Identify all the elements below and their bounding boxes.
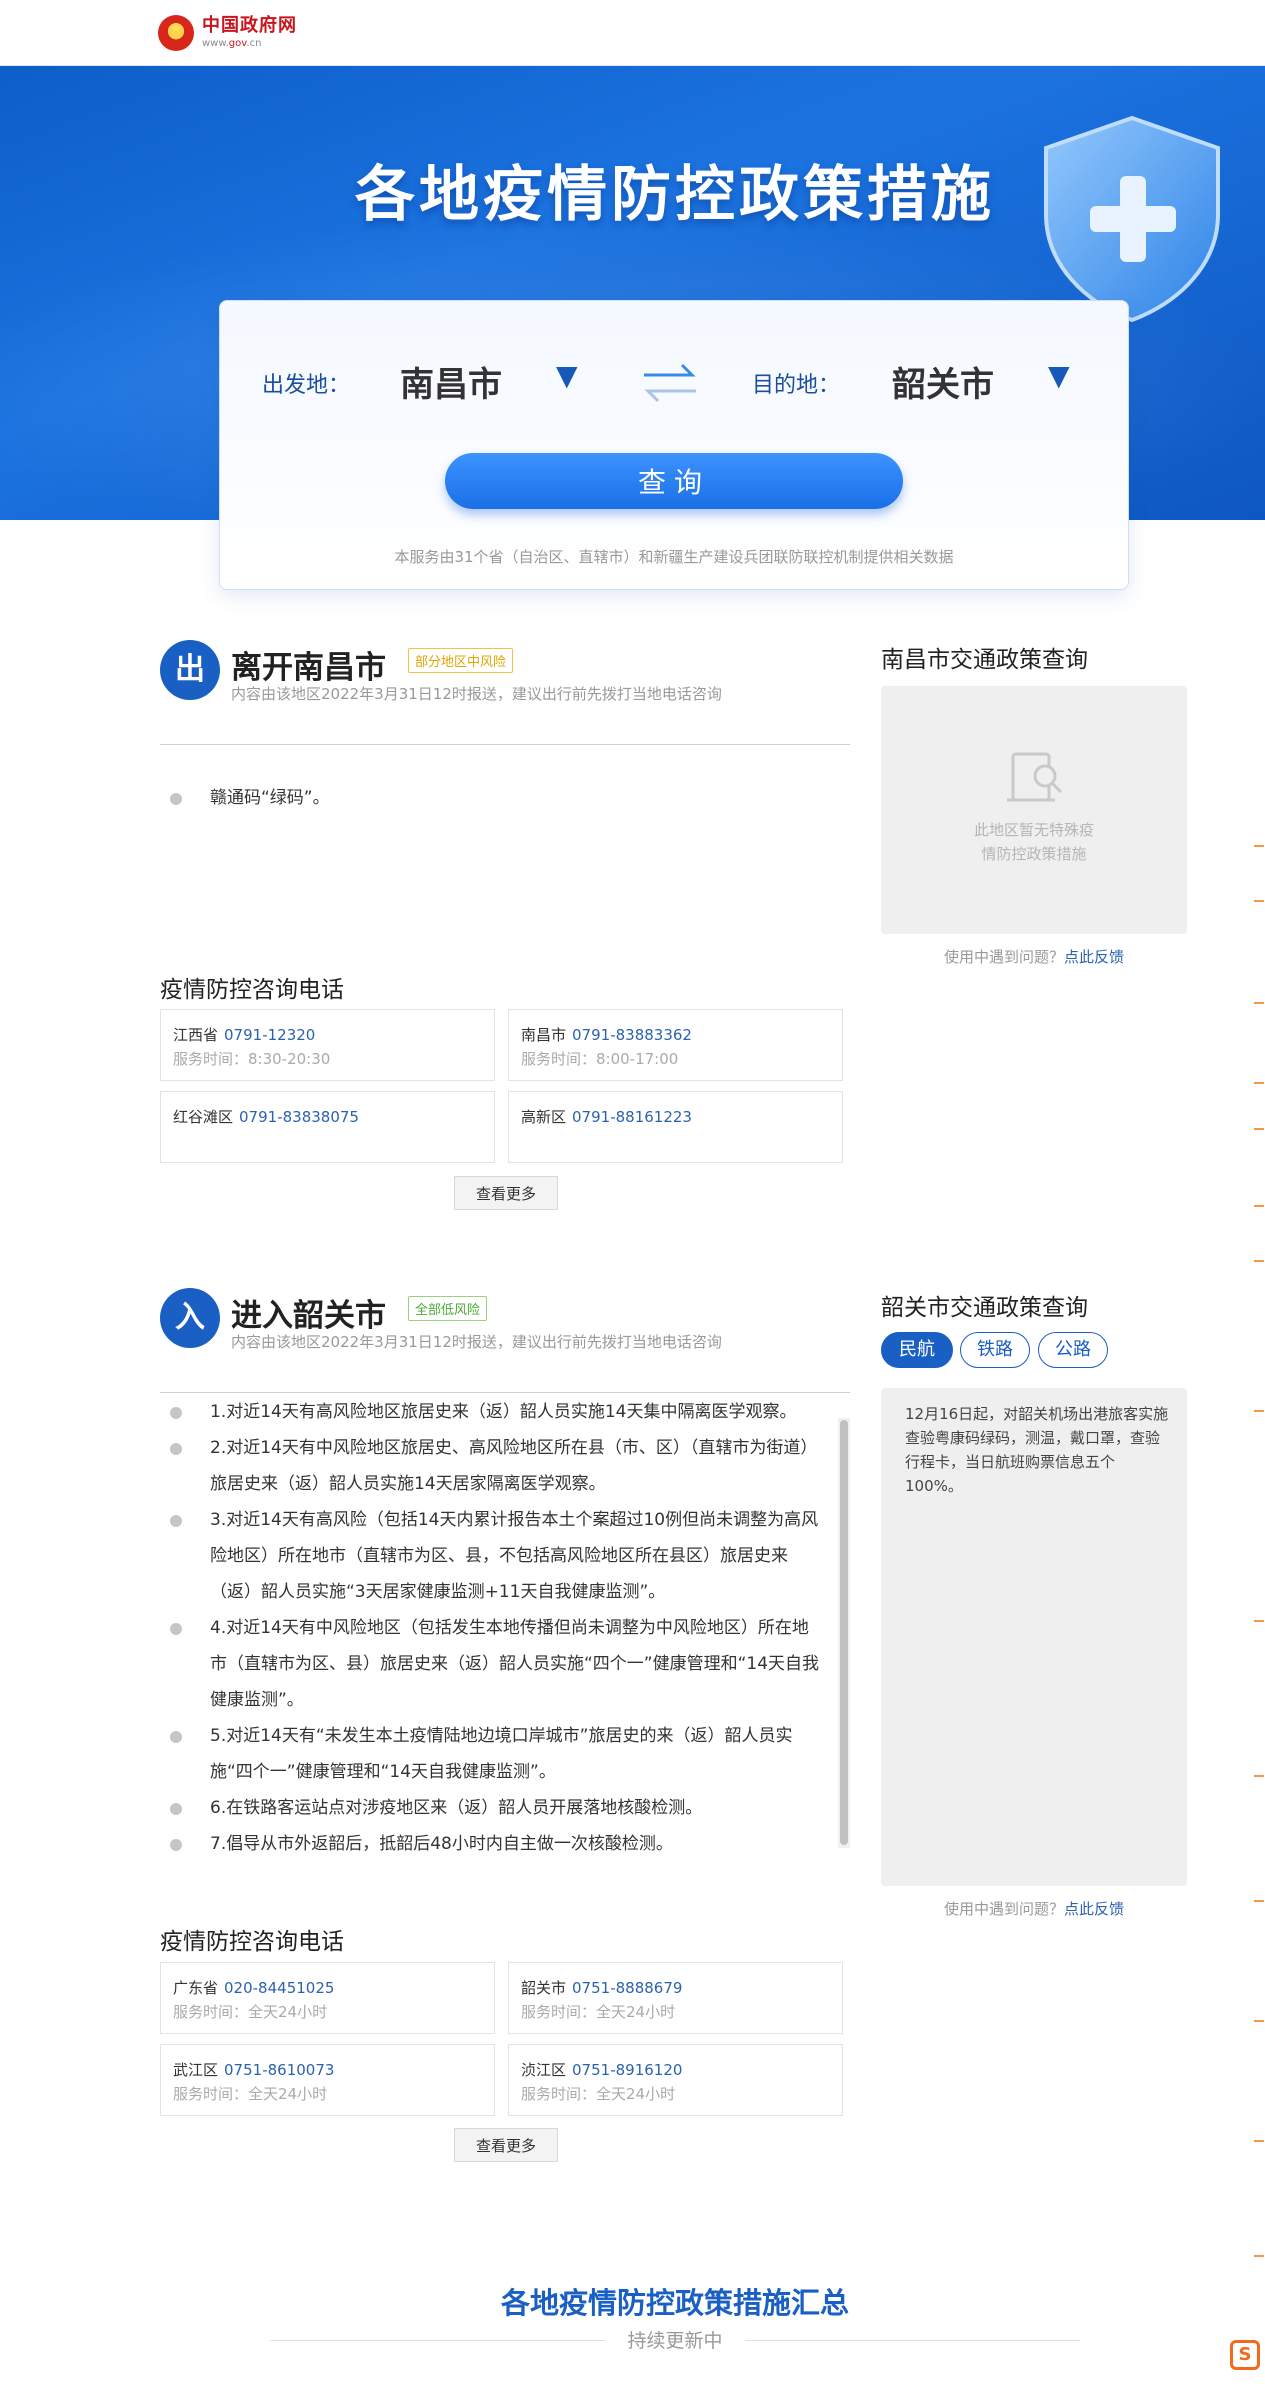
enter-more-button[interactable]: 查看更多 [454, 2128, 558, 2162]
phone-card: 江西省 0791-12320 服务时间：8:30-20:30 [160, 1009, 495, 1081]
leave-feedback: 使用中遇到问题？点此反馈 [943, 948, 1125, 966]
phone-number-link[interactable]: 0791-83883362 [572, 1026, 692, 1044]
tab-civil-aviation[interactable]: 民航 [881, 1332, 953, 1368]
phone-number-link[interactable]: 0751-8888679 [572, 1979, 682, 1997]
policy-scrollbar-thumb[interactable] [840, 1420, 848, 1845]
leave-badge: 出 [160, 640, 220, 700]
summary-title: 各地疫情防控政策措施汇总 [500, 2286, 849, 2320]
enter-transport-box: 12月16日起，对韶关机场出港旅客实施查验粤康码绿码，测温，戴口罩，查验行程卡，… [881, 1388, 1187, 1886]
national-emblem-icon [158, 15, 194, 51]
phone-card: 韶关市 0751-8888679 服务时间：全天24小时 [508, 1962, 843, 2034]
from-city-select[interactable]: 南昌市 [400, 357, 502, 406]
swap-arrows-icon[interactable] [640, 361, 700, 405]
leave-side-title: 南昌市交通政策查询 [881, 647, 1088, 673]
to-dropdown-icon[interactable]: ▼ [1048, 359, 1070, 392]
phone-card: 浈江区 0751-8916120 服务时间：全天24小时 [508, 2044, 843, 2116]
empty-text-line: 情防控政策措施 [981, 845, 1087, 863]
shield-cross-icon [1044, 115, 1220, 323]
site-name: 中国政府网 [202, 15, 297, 36]
phone-number-link[interactable]: 0751-8610073 [224, 2061, 334, 2079]
route-search-card: 出发地： 南昌市 ▼ 目的地： 韶关市 ▼ 查询 本服务由31个省（自治区、直辖… [219, 300, 1129, 590]
phone-number-link[interactable]: 0751-8916120 [572, 2061, 682, 2079]
summary-subtitle: 持续更新中 [627, 2330, 723, 2352]
enter-policy-scroll[interactable]: 1.对近14天有高风险地区旅居史来（返）韶人员实施14天集中隔离医学观察。 2.… [160, 1394, 850, 1894]
phone-card: 高新区 0791-88161223 [508, 1091, 843, 1163]
enter-policy-list: 1.对近14天有高风险地区旅居史来（返）韶人员实施14天集中隔离医学观察。 2.… [160, 1394, 822, 1862]
enter-subtitle: 内容由该地区2022年3月31日12时报送，建议出行前先拨打当地电话咨询 [231, 1333, 722, 1351]
to-label: 目的地： [752, 373, 841, 398]
tab-railway[interactable]: 铁路 [960, 1332, 1030, 1368]
phone-card: 红谷滩区 0791-83838075 [160, 1091, 495, 1163]
logo-text: 中国政府网 www.gov.cn [202, 15, 297, 51]
from-dropdown-icon[interactable]: ▼ [556, 359, 578, 392]
site-logo[interactable]: 中国政府网 www.gov.cn [158, 12, 297, 54]
leave-transport-box: 此地区暂无特殊疫 情防控政策措施 [881, 686, 1187, 934]
phone-number-link[interactable]: 0791-83838075 [239, 1108, 359, 1126]
list-item: 6.在铁路客运站点对涉疫地区来（返）韶人员开展落地核酸检测。 [160, 1790, 822, 1826]
phone-number-link[interactable]: 0791-88161223 [572, 1108, 692, 1126]
phone-card: 广东省 020-84451025 服务时间：全天24小时 [160, 1962, 495, 2034]
list-item: 5.对近14天有“未发生本土疫情陆地边境口岸城市”旅居史的来（返）韶人员实施“四… [160, 1718, 822, 1790]
enter-risk-tag: 全部低风险 [408, 1296, 488, 1321]
tab-highway[interactable]: 公路 [1038, 1332, 1108, 1368]
leave-more-button[interactable]: 查看更多 [454, 1176, 558, 1210]
list-item: 7.倡导从市外返韶后，抵韶后48小时内自主做一次核酸检测。 [160, 1826, 822, 1862]
list-item: 3.对近14天有高风险（包括14天内累计报告本土个案超过10例但尚未调整为高风险… [160, 1502, 822, 1610]
enter-side-title: 韶关市交通政策查询 [881, 1295, 1088, 1321]
leave-phone-title: 疫情防控咨询电话 [160, 977, 344, 1003]
from-label: 出发地： [262, 373, 351, 398]
phone-card: 武江区 0751-8610073 服务时间：全天24小时 [160, 2044, 495, 2116]
enter-badge: 入 [160, 1288, 220, 1348]
phone-number-link[interactable]: 0791-12320 [224, 1026, 315, 1044]
to-city-select[interactable]: 韶关市 [892, 357, 994, 406]
feedback-link[interactable]: 点此反馈 [1064, 948, 1124, 966]
leave-subtitle: 内容由该地区2022年3月31日12时报送，建议出行前先拨打当地电话咨询 [231, 685, 722, 703]
top-bar: 中国政府网 www.gov.cn [0, 0, 1265, 66]
enter-title: 进入韶关市 [231, 1298, 386, 1334]
leave-title: 离开南昌市 [231, 650, 386, 686]
query-button[interactable]: 查询 [445, 453, 903, 509]
enter-phone-title: 疫情防控咨询电话 [160, 1929, 344, 1955]
enter-feedback: 使用中遇到问题？点此反馈 [943, 1900, 1125, 1918]
leave-risk-tag: 部分地区中风险 [408, 648, 514, 673]
list-item: 2.对近14天有中风险地区旅居史、高风险地区所在县（市、区）（直辖市为街道）旅居… [160, 1430, 822, 1502]
document-search-icon [1007, 752, 1063, 802]
data-source-note: 本服务由31个省（自治区、直辖市）和新疆生产建设兵团联防联控机制提供相关数据 [394, 548, 954, 566]
input-method-icon[interactable]: S [1230, 2340, 1260, 2370]
list-item: 赣通码“绿码”。 [160, 780, 820, 816]
empty-text-line: 此地区暂无特殊疫 [973, 821, 1094, 839]
leave-policy-list: 赣通码“绿码”。 [160, 780, 820, 816]
feedback-link[interactable]: 点此反馈 [1064, 1900, 1124, 1918]
phone-number-link[interactable]: 020-84451025 [224, 1979, 334, 1997]
phone-card: 南昌市 0791-83883362 服务时间：8:00-17:00 [508, 1009, 843, 1081]
site-url: www.gov.cn [202, 38, 262, 49]
list-item: 4.对近14天有中风险地区（包括发生本地传播但尚未调整为中风险地区）所在地市（直… [160, 1610, 822, 1718]
transport-policy-text: 12月16日起，对韶关机场出港旅客实施查验粤康码绿码，测温，戴口罩，查验行程卡，… [905, 1405, 1169, 1495]
list-item: 1.对近14天有高风险地区旅居史来（返）韶人员实施14天集中隔离医学观察。 [160, 1394, 822, 1430]
